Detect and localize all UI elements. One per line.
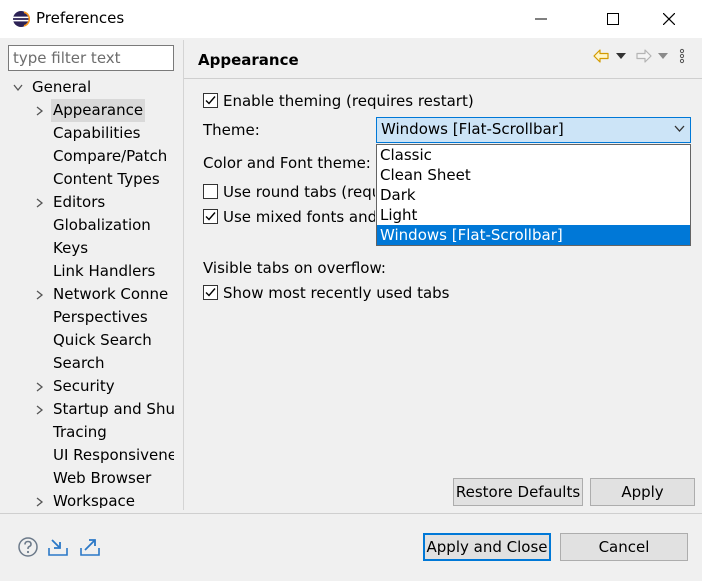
tree-label: Appearance <box>51 99 146 122</box>
chevron-right-icon[interactable] <box>34 283 46 306</box>
tree-label: Search <box>53 354 105 372</box>
checkbox-box[interactable] <box>203 93 218 108</box>
tree-label: Capabilities <box>53 124 141 142</box>
tree-label: Network Conne <box>53 285 169 303</box>
chevron-right-icon[interactable] <box>34 99 46 122</box>
tree-label: Content Types <box>53 170 160 188</box>
close-button[interactable] <box>646 0 692 38</box>
chevron-down-icon[interactable] <box>12 76 24 99</box>
apply-button[interactable]: Apply <box>590 478 695 506</box>
tree-label: General <box>32 78 92 96</box>
checkbox-box[interactable] <box>203 184 218 199</box>
tree-label: Web Browser <box>53 469 152 487</box>
visible-tabs-label: Visible tabs on overflow: <box>203 259 386 277</box>
chevron-right-icon[interactable] <box>34 375 46 398</box>
export-icon[interactable] <box>79 536 101 558</box>
checkmark-icon <box>205 96 216 105</box>
maximize-button[interactable] <box>590 0 636 38</box>
eclipse-icon <box>13 11 30 27</box>
checkmark-icon <box>205 212 216 221</box>
color-font-theme-label: Color and Font theme: <box>203 154 371 172</box>
checkbox-label: Enable theming (requires restart) <box>223 92 474 110</box>
maximize-icon <box>607 13 619 25</box>
tree-label: Globalization <box>53 216 151 234</box>
chevron-right-icon[interactable] <box>34 490 46 508</box>
back-history-dropdown-icon[interactable] <box>616 53 626 59</box>
tree-label: Perspectives <box>53 308 148 326</box>
theme-option-clean-sheet[interactable]: Clean Sheet <box>377 165 690 185</box>
checkbox-label: Use round tabs (requ <box>223 183 375 201</box>
checkbox-label: Show most recently used tabs <box>223 284 450 302</box>
tree-label: Workspace <box>53 492 135 508</box>
checkbox-box[interactable] <box>203 285 218 300</box>
tree-label: UI Responsivene <box>53 446 174 464</box>
tree-label: Security <box>53 377 115 395</box>
tree-label: Tracing <box>53 423 107 441</box>
tree-label: Startup and Shu <box>53 400 174 418</box>
tree-label: Keys <box>53 239 89 257</box>
help-icon[interactable] <box>17 536 39 558</box>
preferences-tree: General Appearance Capabilities Compare/… <box>8 76 174 508</box>
show-mru-tabs-checkbox[interactable]: Show most recently used tabs <box>203 282 503 304</box>
bottom-separator <box>0 513 702 514</box>
title-bar: Preferences <box>0 0 702 38</box>
tree-label: Editors <box>53 193 106 211</box>
tree-label: Link Handlers <box>53 262 156 280</box>
theme-label: Theme: <box>203 121 260 139</box>
theme-option-classic[interactable]: Classic <box>377 145 690 165</box>
restore-defaults-button[interactable]: Restore Defaults <box>453 478 583 506</box>
close-icon <box>663 13 675 25</box>
title-separator <box>184 78 702 79</box>
cancel-button[interactable]: Cancel <box>560 533 688 561</box>
page-navigation <box>592 47 692 67</box>
minimize-icon <box>535 18 547 20</box>
filter-input[interactable] <box>8 45 174 71</box>
window-title: Preferences <box>36 9 125 27</box>
forward-arrow-icon[interactable] <box>635 47 653 65</box>
round-tabs-checkbox[interactable]: Use round tabs (requ <box>203 181 375 203</box>
back-arrow-icon[interactable] <box>592 47 610 65</box>
forward-history-dropdown-icon[interactable] <box>658 53 668 59</box>
import-icon[interactable] <box>47 536 69 558</box>
mixed-fonts-checkbox[interactable]: Use mixed fonts and <box>203 206 375 228</box>
chevron-down-icon <box>674 125 685 132</box>
checkbox-label: Use mixed fonts and <box>223 208 375 226</box>
enable-theming-checkbox[interactable]: Enable theming (requires restart) <box>203 90 503 112</box>
theme-option-windows-flat-scrollbar[interactable]: Windows [Flat-Scrollbar] <box>377 225 690 245</box>
theme-combo[interactable]: Windows [Flat-Scrollbar] <box>376 117 691 143</box>
theme-option-light[interactable]: Light <box>377 205 690 225</box>
sash-divider[interactable] <box>183 40 184 510</box>
checkbox-box[interactable] <box>203 209 218 224</box>
page-title: Appearance <box>198 51 299 69</box>
theme-dropdown-list: Classic Clean Sheet Dark Light Windows [… <box>376 144 691 246</box>
minimize-button[interactable] <box>518 0 564 38</box>
chevron-right-icon[interactable] <box>34 398 46 421</box>
theme-combo-value: Windows [Flat-Scrollbar] <box>381 120 564 138</box>
chevron-right-icon[interactable] <box>34 191 46 214</box>
tree-label: Quick Search <box>53 331 152 349</box>
theme-option-dark[interactable]: Dark <box>377 185 690 205</box>
view-menu-icon[interactable] <box>679 48 685 64</box>
apply-and-close-button[interactable]: Apply and Close <box>423 533 551 561</box>
checkmark-icon <box>205 288 216 297</box>
tree-label: Compare/Patch <box>53 147 168 165</box>
